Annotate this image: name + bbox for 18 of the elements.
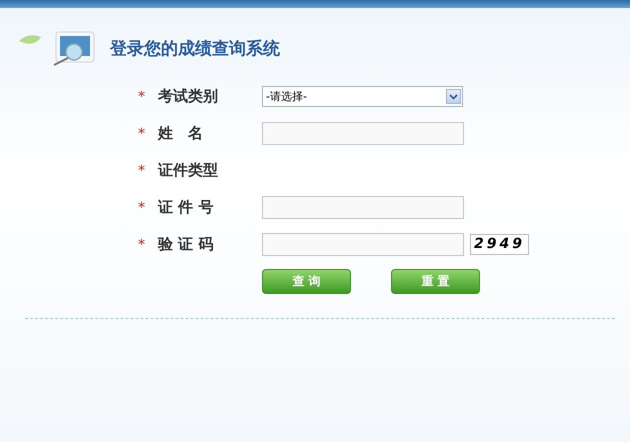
required-asterisk: * — [138, 236, 146, 252]
required-asterisk: * — [138, 126, 146, 142]
input-field[interactable] — [262, 233, 464, 256]
exam-type-dropdown[interactable]: -请选择- — [262, 86, 463, 107]
input-field[interactable] — [262, 196, 464, 219]
required-asterisk: * — [138, 162, 146, 178]
form-button[interactable]: 重 置 — [391, 269, 480, 294]
input-field[interactable] — [262, 122, 464, 145]
form-button[interactable]: 查 询 — [262, 269, 351, 294]
field-label: 证件类型 — [158, 161, 219, 180]
field-label: 姓 名 — [158, 124, 204, 143]
required-asterisk: * — [138, 88, 146, 104]
field-label: 证 件 号 — [158, 198, 214, 217]
field-label: 验 证 码 — [158, 235, 214, 254]
captcha-image: 2949 — [470, 234, 529, 255]
required-asterisk: * — [138, 200, 146, 216]
field-label: 考试类别 — [158, 87, 219, 106]
page-title: 登录您的成绩查询系统 — [110, 38, 280, 60]
